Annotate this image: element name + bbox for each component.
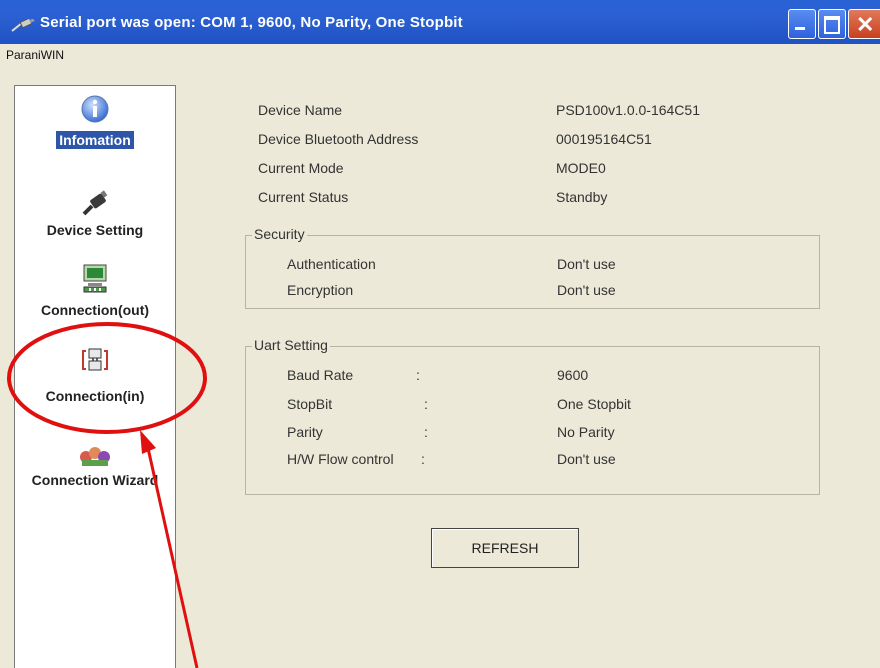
sidebar-item-connection-wizard[interactable]: Connection Wizard bbox=[15, 416, 175, 496]
bt-address-value: 000195164C51 bbox=[556, 131, 652, 147]
sidebar: Infomation Device Setting Connection(out bbox=[14, 85, 176, 668]
connection-in-icon bbox=[82, 348, 108, 371]
sidebar-item-connection-in[interactable]: Connection(in) bbox=[15, 336, 175, 416]
colon-separator: : bbox=[424, 424, 428, 440]
bt-address-label: Device Bluetooth Address bbox=[258, 131, 419, 147]
window-title: Serial port was open: COM 1, 9600, No Pa… bbox=[40, 14, 463, 31]
security-group: Security Authentication Don't use Encryp… bbox=[245, 226, 820, 309]
minimize-icon bbox=[795, 27, 805, 30]
info-icon bbox=[81, 95, 109, 123]
sidebar-item-connection-out[interactable]: Connection(out) bbox=[15, 256, 175, 336]
title-bar[interactable]: Serial port was open: COM 1, 9600, No Pa… bbox=[0, 0, 880, 44]
sidebar-item-label: Device Setting bbox=[46, 222, 144, 238]
device-setting-icon bbox=[82, 190, 108, 216]
encryption-value: Don't use bbox=[557, 282, 616, 298]
stopbit-label: StopBit bbox=[287, 396, 333, 412]
app-window: Serial port was open: COM 1, 9600, No Pa… bbox=[0, 0, 880, 668]
sidebar-item-device-setting[interactable]: Device Setting bbox=[15, 176, 175, 256]
uart-setting-group: Uart Setting Baud Rate : 9600 StopBit : … bbox=[245, 337, 820, 495]
sidebar-item-label: Connection Wizard bbox=[31, 472, 159, 488]
sidebar-item-information[interactable]: Infomation bbox=[15, 86, 175, 176]
flow-control-value: Don't use bbox=[557, 451, 616, 467]
connection-out-icon bbox=[83, 264, 107, 293]
current-mode-value: MODE0 bbox=[556, 160, 606, 176]
security-group-title: Security bbox=[252, 226, 307, 242]
device-name-value: PSD100v1.0.0-164C51 bbox=[556, 102, 700, 118]
device-name-label: Device Name bbox=[258, 102, 343, 118]
current-mode-label: Current Mode bbox=[258, 160, 344, 176]
refresh-button[interactable]: REFRESH bbox=[431, 528, 579, 568]
authentication-label: Authentication bbox=[287, 256, 376, 272]
maximize-icon bbox=[824, 16, 840, 34]
colon-separator: : bbox=[416, 367, 420, 383]
colon-separator: : bbox=[421, 451, 425, 467]
uart-group-title: Uart Setting bbox=[252, 337, 330, 353]
connection-wizard-icon bbox=[80, 447, 110, 466]
minimize-button[interactable] bbox=[788, 9, 816, 39]
sidebar-item-label: Connection(in) bbox=[45, 388, 145, 404]
parity-value: No Parity bbox=[557, 424, 615, 440]
baud-rate-label: Baud Rate bbox=[287, 367, 354, 383]
parity-label: Parity bbox=[287, 424, 323, 440]
stopbit-value: One Stopbit bbox=[557, 396, 631, 412]
authentication-value: Don't use bbox=[557, 256, 616, 272]
menu-item-paraniwin[interactable]: ParaniWIN bbox=[6, 48, 64, 62]
serial-cable-icon bbox=[11, 19, 35, 32]
close-button[interactable]: ✕ bbox=[848, 9, 880, 39]
encryption-label: Encryption bbox=[287, 282, 354, 298]
sidebar-item-label: Connection(out) bbox=[40, 302, 150, 318]
close-icon: ✕ bbox=[856, 12, 875, 37]
maximize-button[interactable] bbox=[818, 9, 846, 39]
colon-separator: : bbox=[424, 396, 428, 412]
baud-rate-value: 9600 bbox=[557, 367, 589, 383]
current-status-value: Standby bbox=[556, 189, 608, 205]
information-panel: Device Name PSD100v1.0.0-164C51 Device B… bbox=[190, 85, 880, 668]
menu-bar: ParaniWIN bbox=[0, 44, 880, 66]
sidebar-item-label: Infomation bbox=[56, 131, 134, 149]
current-status-label: Current Status bbox=[258, 189, 349, 205]
flow-control-label: H/W Flow control bbox=[287, 451, 394, 467]
